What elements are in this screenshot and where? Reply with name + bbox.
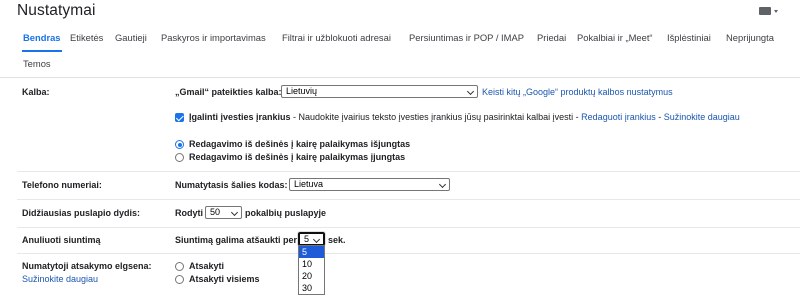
row-divider <box>17 171 800 172</box>
input-tools-button[interactable] <box>759 7 781 17</box>
input-tools-line: Įgalinti įvesties įrankius - Naudokite į… <box>189 112 740 122</box>
undo-send-option[interactable]: 5 <box>299 246 324 258</box>
undo-send-value: 5 <box>304 234 310 244</box>
tab-advanced[interactable]: Išplėstiniai <box>667 27 711 49</box>
input-tools-description: - Naudokite įvairius teksto įvesties įra… <box>290 112 582 122</box>
undo-send-label: Anuliuoti siuntimą <box>22 235 101 245</box>
display-language-value: Lietuvių <box>286 86 318 96</box>
caret-down-icon <box>774 10 778 13</box>
tabs-divider <box>0 77 800 78</box>
settings-header: Nustatymai <box>0 0 800 22</box>
page-size-label: Didžiausias puslapio dydis: <box>22 208 141 218</box>
link-separator: - <box>655 112 664 122</box>
tab-general[interactable]: Bendras <box>22 27 62 52</box>
country-code-select[interactable]: Lietuva <box>289 178 450 191</box>
rtl-on-radio[interactable] <box>175 153 184 162</box>
undo-send-suffix: sek. <box>328 235 346 245</box>
tab-inbox[interactable]: Gautieji <box>115 27 147 49</box>
rtl-off-label: Redagavimo iš dešinės į kairę palaikymas… <box>189 139 411 149</box>
row-divider <box>17 227 800 228</box>
undo-send-prefix: Siuntimą galima atšaukti per <box>175 235 298 245</box>
input-tools-label: Įgalinti įvesties įrankius <box>189 112 291 122</box>
tab-forwarding-pop-imap[interactable]: Persiuntimas ir POP / IMAP <box>409 27 524 49</box>
reply-behavior-learn-more-link[interactable]: Sužinokite daugiau <box>22 274 98 284</box>
display-language-select[interactable]: Lietuvių <box>281 85 478 98</box>
tab-accounts-import[interactable]: Paskyros ir importavimas <box>161 27 266 49</box>
tab-filters-blocked[interactable]: Filtrai ir užblokuoti adresai <box>282 27 391 49</box>
edit-tools-link[interactable]: Redaguoti įrankius <box>581 112 656 122</box>
reply-radio[interactable] <box>175 262 184 271</box>
undo-send-option[interactable]: 30 <box>299 282 324 294</box>
reply-label: Atsakyti <box>189 261 225 271</box>
rtl-off-radio[interactable] <box>175 140 184 149</box>
page-size-value: 50 <box>210 207 221 217</box>
country-value: Lietuva <box>294 179 324 189</box>
settings-tabs: Bendras Etiketės Gautieji Paskyros ir im… <box>0 27 800 52</box>
other-products-language-link[interactable]: Keisti kitų „Google“ produktų kalbos nus… <box>482 87 673 97</box>
settings-tabs-row2: Temos <box>0 53 800 77</box>
undo-send-option[interactable]: 10 <box>299 258 324 270</box>
input-tools-checkbox[interactable] <box>175 113 184 122</box>
chevron-down-icon <box>466 87 475 96</box>
chevron-down-icon <box>230 208 239 217</box>
undo-send-option[interactable]: 20 <box>299 270 324 282</box>
language-label: Kalba: <box>22 87 50 97</box>
reply-all-radio[interactable] <box>175 275 184 284</box>
display-language-label: „Gmail“ pateikties kalba: <box>175 87 282 97</box>
page-size-select[interactable]: 50 <box>205 206 242 219</box>
row-divider <box>17 253 800 254</box>
chevron-down-icon <box>312 235 321 244</box>
page-title: Nustatymai <box>17 2 96 19</box>
undo-send-select[interactable]: 5 <box>297 231 326 247</box>
input-tools-learn-more-link[interactable]: Sužinokite daugiau <box>664 112 740 122</box>
undo-send-options-list: 5 10 20 30 <box>298 245 325 295</box>
row-divider <box>17 199 800 200</box>
keyboard-icon <box>759 7 771 15</box>
page-size-suffix: pokalbių puslapyje <box>245 208 327 218</box>
tab-themes[interactable]: Temos <box>23 53 51 75</box>
show-label: Rodyti <box>175 208 203 218</box>
reply-behavior-label: Numatytoji atsakymo elgsena: <box>22 261 152 271</box>
country-code-label: Numatytasis šalies kodas: <box>175 180 288 190</box>
rtl-on-label: Redagavimo iš dešinės į kairę palaikymas… <box>189 152 406 162</box>
phone-label: Telefono numeriai: <box>22 180 102 190</box>
tab-labels[interactable]: Etiketės <box>70 27 103 49</box>
tab-offline[interactable]: Neprijungta <box>726 27 774 49</box>
tab-addons[interactable]: Priedai <box>537 27 566 49</box>
reply-all-label: Atsakyti visiems <box>189 274 260 284</box>
tab-chat-meet[interactable]: Pokalbiai ir „Meet“ <box>577 27 653 49</box>
chevron-down-icon <box>438 180 447 189</box>
